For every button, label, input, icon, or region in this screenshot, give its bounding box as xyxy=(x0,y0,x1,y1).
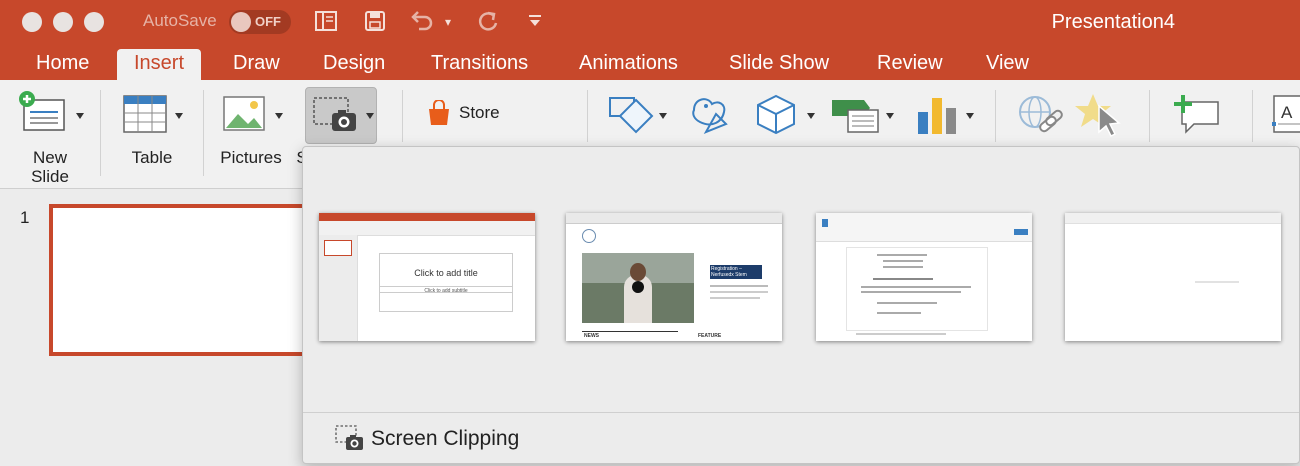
table-dropdown-icon[interactable] xyxy=(175,113,183,119)
pictures-icon xyxy=(223,96,265,131)
save-icon[interactable] xyxy=(363,9,387,39)
tab-slide-show[interactable]: Slide Show xyxy=(712,49,846,80)
zoom-window-button[interactable] xyxy=(84,12,104,32)
tab-design[interactable]: Design xyxy=(306,49,402,80)
available-window-thumbnail[interactable]: Click to add title Click to add subtitle xyxy=(319,213,535,341)
pictures-label: Pictures xyxy=(220,148,282,167)
title-bar: AutoSave OFF ▾ Presentation4 xyxy=(0,0,1300,44)
new-slide-dropdown-icon[interactable] xyxy=(76,113,84,119)
textbox-button[interactable]: A xyxy=(1270,94,1300,138)
3d-models-dropdown-icon[interactable] xyxy=(807,113,815,119)
thumb-nav-news: NEWS xyxy=(584,333,599,339)
smartart-button[interactable] xyxy=(830,94,880,134)
thumb-slide-mini xyxy=(324,240,352,256)
action-icon xyxy=(1075,94,1121,138)
icons-icon xyxy=(692,98,728,134)
play-icon xyxy=(632,281,644,293)
sidebar-icon[interactable] xyxy=(314,9,338,39)
shapes-dropdown-icon[interactable] xyxy=(659,113,667,119)
table-button[interactable] xyxy=(122,94,168,136)
thumb-faint-text xyxy=(1195,281,1239,283)
autosave-toggle[interactable]: OFF xyxy=(229,10,291,34)
ribbon-separator xyxy=(1252,90,1253,142)
undo-icon[interactable] xyxy=(409,9,435,39)
new-slide-icon xyxy=(19,91,65,131)
chart-icon xyxy=(918,98,956,134)
close-window-button[interactable] xyxy=(22,12,42,32)
thumb-ribbon xyxy=(319,221,535,236)
thumb-browser-bar xyxy=(566,213,782,224)
link-button[interactable] xyxy=(1015,94,1063,138)
chart-button[interactable] xyxy=(914,94,962,136)
ribbon-separator xyxy=(402,90,403,142)
ribbon-tabs: Home Insert Draw Design Transitions Anim… xyxy=(0,44,1300,80)
screenshot-dropdown-icon xyxy=(366,113,374,119)
thumb-toolbar xyxy=(1065,213,1281,224)
toggle-knob xyxy=(231,12,251,32)
thumb-nav-feature: FEATURE xyxy=(698,333,722,339)
screen-clipping-button[interactable]: Screen Clipping xyxy=(371,427,519,451)
autosave-label: AutoSave xyxy=(143,11,217,30)
icons-button[interactable] xyxy=(686,92,732,136)
table-icon xyxy=(123,95,167,133)
pictures-dropdown-icon[interactable] xyxy=(275,113,283,119)
new-slide-button[interactable] xyxy=(16,88,68,136)
comment-button[interactable] xyxy=(1172,92,1222,138)
thumb-video xyxy=(582,253,694,323)
smartart-dropdown-icon[interactable] xyxy=(886,113,894,119)
slide-number: 1 xyxy=(20,208,30,227)
ribbon-separator xyxy=(995,90,996,142)
minimize-window-button[interactable] xyxy=(53,12,73,32)
ribbon-separator xyxy=(587,90,588,142)
thumb-doc-page xyxy=(846,247,988,331)
undo-dropdown-icon[interactable]: ▾ xyxy=(445,9,451,35)
ribbon-separator xyxy=(1149,90,1150,142)
slide-thumbnail[interactable] xyxy=(49,204,309,356)
available-window-thumbnail[interactable]: Registration – Nerfusedx Stem NEWS FEATU… xyxy=(566,213,782,341)
screen-clipping-icon xyxy=(335,425,363,450)
redo-icon[interactable] xyxy=(476,9,500,39)
screenshot-icon xyxy=(313,97,356,131)
table-label: Table xyxy=(131,148,173,167)
screenshot-button[interactable] xyxy=(305,87,377,144)
tab-transitions[interactable]: Transitions xyxy=(414,49,545,80)
link-icon xyxy=(1019,96,1063,133)
dropdown-divider xyxy=(303,412,1299,413)
toggle-state: OFF xyxy=(255,14,281,29)
action-button[interactable] xyxy=(1075,92,1123,138)
thumb-logo xyxy=(582,229,596,243)
tab-home[interactable]: Home xyxy=(19,49,106,80)
document-title: Presentation4 xyxy=(1051,11,1175,33)
3d-models-button[interactable] xyxy=(754,92,798,136)
ribbon-separator xyxy=(203,90,204,176)
3d-models-icon xyxy=(757,94,795,135)
new-slide-label: New Slide xyxy=(31,148,69,186)
thumb-subtitle: Click to add subtitle xyxy=(379,286,513,312)
tab-animations[interactable]: Animations xyxy=(562,49,695,80)
chart-dropdown-icon[interactable] xyxy=(966,113,974,119)
pictures-button[interactable] xyxy=(222,94,268,136)
available-window-thumbnail[interactable] xyxy=(1065,213,1281,341)
store-icon[interactable] xyxy=(426,99,452,126)
store-button[interactable]: Store xyxy=(459,103,500,122)
shapes-button[interactable] xyxy=(608,94,656,134)
textbox-icon: A xyxy=(1272,95,1300,133)
comment-icon xyxy=(1174,95,1219,134)
tab-review[interactable]: Review xyxy=(860,49,960,80)
tab-view[interactable]: View xyxy=(969,49,1046,80)
tab-draw[interactable]: Draw xyxy=(216,49,297,80)
shapes-icon xyxy=(609,97,654,134)
screenshot-dropdown: Click to add title Click to add subtitle… xyxy=(302,146,1300,464)
tab-insert[interactable]: Insert xyxy=(117,49,202,80)
smartart-icon xyxy=(832,100,879,133)
svg-text:A: A xyxy=(1281,103,1293,122)
available-window-thumbnail[interactable] xyxy=(816,213,1032,341)
customize-toolbar-icon[interactable] xyxy=(527,9,543,39)
thumb-docs-toolbar xyxy=(816,213,1032,242)
thumb-heading: Registration – Nerfusedx Stem xyxy=(710,265,762,279)
thumb-titlebar xyxy=(319,213,535,221)
ribbon-separator xyxy=(100,90,101,176)
